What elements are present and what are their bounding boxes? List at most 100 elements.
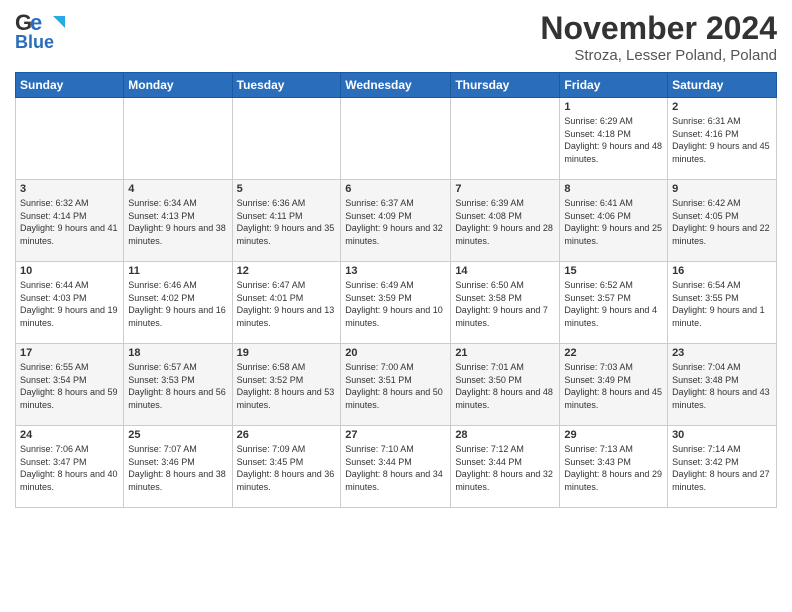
table-row: 4Sunrise: 6:34 AM Sunset: 4:13 PM Daylig… [124, 180, 232, 262]
day-info: Sunrise: 7:13 AM Sunset: 3:43 PM Dayligh… [564, 443, 663, 493]
day-info: Sunrise: 7:07 AM Sunset: 3:46 PM Dayligh… [128, 443, 227, 493]
col-wednesday: Wednesday [341, 73, 451, 98]
day-number: 7 [455, 183, 555, 195]
table-row: 9 Sunrise: 6:42 AM Sunset: 4:05 PM Daylig… [668, 180, 777, 262]
day-info: Sunrise: 7:00 AM Sunset: 3:51 PM Dayligh… [345, 361, 446, 411]
calendar-week-row: 24 Sunrise: 7:06 AM Sunset: 3:47 PM Dayli… [16, 426, 777, 508]
location-subtitle: Stroza, Lesser Poland, Poland [540, 47, 777, 64]
day-info: Sunrise: 6:55 AM Sunset: 3:54 PM Dayligh… [20, 361, 119, 411]
day-number: 24 [20, 429, 119, 441]
table-row: 2 Sunrise: 6:31 AM Sunset: 4:16 PM Daylig… [668, 98, 777, 180]
day-info: Sunrise: 6:39 AM Sunset: 4:08 PM Dayligh… [455, 197, 555, 247]
table-row: 18Sunrise: 6:57 AM Sunset: 3:53 PM Dayli… [124, 344, 232, 426]
table-row: 1 Sunrise: 6:29 AM Sunset: 4:18 PM Daylig… [560, 98, 668, 180]
calendar-week-row: 17 Sunrise: 6:55 AM Sunset: 3:54 PM Dayli… [16, 344, 777, 426]
day-number: 11 [128, 265, 227, 277]
day-number: 4 [128, 183, 227, 195]
table-row: 26Sunrise: 7:09 AM Sunset: 3:45 PM Dayli… [232, 426, 341, 508]
day-number: 14 [455, 265, 555, 277]
table-row: 23Sunrise: 7:04 AM Sunset: 3:48 PM Dayli… [668, 344, 777, 426]
table-row: 19Sunrise: 6:58 AM Sunset: 3:52 PM Dayli… [232, 344, 341, 426]
day-number: 22 [564, 347, 663, 359]
day-info: Sunrise: 6:54 AM Sunset: 3:55 PM Dayligh… [672, 279, 772, 329]
day-number: 20 [345, 347, 446, 359]
logo-icon: G e Blue [15, 10, 69, 52]
table-row: 17 Sunrise: 6:55 AM Sunset: 3:54 PM Dayli… [16, 344, 124, 426]
day-info: Sunrise: 7:01 AM Sunset: 3:50 PM Dayligh… [455, 361, 555, 411]
table-row: 11 Sunrise: 6:46 AM Sunset: 4:02 PM Dayli… [124, 262, 232, 344]
day-info: Sunrise: 6:29 AM Sunset: 4:18 PM Dayligh… [564, 115, 663, 165]
day-number: 12 [237, 265, 337, 277]
day-info: Sunrise: 6:36 AM Sunset: 4:11 PM Dayligh… [237, 197, 337, 247]
title-block: November 2024 Stroza, Lesser Poland, Pol… [540, 10, 777, 64]
calendar-page: G e Blue November 2024 Stroza, Lesser Po… [0, 0, 792, 518]
table-row: 3Sunrise: 6:32 AM Sunset: 4:14 PM Daylig… [16, 180, 124, 262]
table-row: 14 Sunrise: 6:50 AM Sunset: 3:58 PM Dayli… [451, 262, 560, 344]
day-number: 17 [20, 347, 119, 359]
calendar-table: Sunday Monday Tuesday Wednesday Thursday… [15, 72, 777, 508]
col-sunday: Sunday [16, 73, 124, 98]
day-number: 21 [455, 347, 555, 359]
day-info: Sunrise: 6:31 AM Sunset: 4:16 PM Dayligh… [672, 115, 772, 165]
table-row: 6 Sunrise: 6:37 AM Sunset: 4:09 PM Daylig… [341, 180, 451, 262]
table-row: 12 Sunrise: 6:47 AM Sunset: 4:01 PM Dayli… [232, 262, 341, 344]
day-info: Sunrise: 6:46 AM Sunset: 4:02 PM Dayligh… [128, 279, 227, 329]
day-info: Sunrise: 7:03 AM Sunset: 3:49 PM Dayligh… [564, 361, 663, 411]
table-row [341, 98, 451, 180]
table-row: 16 Sunrise: 6:54 AM Sunset: 3:55 PM Dayli… [668, 262, 777, 344]
col-tuesday: Tuesday [232, 73, 341, 98]
day-info: Sunrise: 7:12 AM Sunset: 3:44 PM Dayligh… [455, 443, 555, 493]
col-thursday: Thursday [451, 73, 560, 98]
table-row: 28 Sunrise: 7:12 AM Sunset: 3:44 PM Dayli… [451, 426, 560, 508]
day-number: 15 [564, 265, 663, 277]
page-header: G e Blue November 2024 Stroza, Lesser Po… [15, 10, 777, 64]
table-row [16, 98, 124, 180]
day-info: Sunrise: 6:57 AM Sunset: 3:53 PM Dayligh… [128, 361, 227, 411]
col-friday: Friday [560, 73, 668, 98]
day-info: Sunrise: 6:52 AM Sunset: 3:57 PM Dayligh… [564, 279, 663, 329]
day-number: 13 [345, 265, 446, 277]
table-row: 27 Sunrise: 7:10 AM Sunset: 3:44 PM Dayli… [341, 426, 451, 508]
day-info: Sunrise: 6:41 AM Sunset: 4:06 PM Dayligh… [564, 197, 663, 247]
logo: G e Blue [15, 10, 69, 52]
table-row: 22 Sunrise: 7:03 AM Sunset: 3:49 PM Dayli… [560, 344, 668, 426]
day-info: Sunrise: 6:58 AM Sunset: 3:52 PM Dayligh… [237, 361, 337, 411]
day-info: Sunrise: 6:44 AM Sunset: 4:03 PM Dayligh… [20, 279, 119, 329]
day-number: 25 [128, 429, 227, 441]
col-saturday: Saturday [668, 73, 777, 98]
table-row: 7 Sunrise: 6:39 AM Sunset: 4:08 PM Daylig… [451, 180, 560, 262]
logo-svg: G e Blue [15, 10, 69, 52]
table-row [232, 98, 341, 180]
table-row: 24 Sunrise: 7:06 AM Sunset: 3:47 PM Dayli… [16, 426, 124, 508]
calendar-week-row: 1 Sunrise: 6:29 AM Sunset: 4:18 PM Daylig… [16, 98, 777, 180]
day-number: 1 [564, 101, 663, 113]
day-info: Sunrise: 6:37 AM Sunset: 4:09 PM Dayligh… [345, 197, 446, 247]
table-row: 29Sunrise: 7:13 AM Sunset: 3:43 PM Dayli… [560, 426, 668, 508]
day-number: 28 [455, 429, 555, 441]
day-number: 23 [672, 347, 772, 359]
day-info: Sunrise: 7:14 AM Sunset: 3:42 PM Dayligh… [672, 443, 772, 493]
col-monday: Monday [124, 73, 232, 98]
day-info: Sunrise: 7:09 AM Sunset: 3:45 PM Dayligh… [237, 443, 337, 493]
day-number: 9 [672, 183, 772, 195]
table-row: 13Sunrise: 6:49 AM Sunset: 3:59 PM Dayli… [341, 262, 451, 344]
day-number: 30 [672, 429, 772, 441]
calendar-week-row: 10Sunrise: 6:44 AM Sunset: 4:03 PM Dayli… [16, 262, 777, 344]
calendar-week-row: 3Sunrise: 6:32 AM Sunset: 4:14 PM Daylig… [16, 180, 777, 262]
month-title: November 2024 [540, 10, 777, 47]
day-number: 3 [20, 183, 119, 195]
day-info: Sunrise: 7:10 AM Sunset: 3:44 PM Dayligh… [345, 443, 446, 493]
day-info: Sunrise: 7:06 AM Sunset: 3:47 PM Dayligh… [20, 443, 119, 493]
table-row: 15 Sunrise: 6:52 AM Sunset: 3:57 PM Dayli… [560, 262, 668, 344]
day-number: 6 [345, 183, 446, 195]
day-info: Sunrise: 6:50 AM Sunset: 3:58 PM Dayligh… [455, 279, 555, 329]
day-number: 8 [564, 183, 663, 195]
day-number: 27 [345, 429, 446, 441]
table-row [451, 98, 560, 180]
day-number: 2 [672, 101, 772, 113]
table-row [124, 98, 232, 180]
day-info: Sunrise: 6:47 AM Sunset: 4:01 PM Dayligh… [237, 279, 337, 329]
day-info: Sunrise: 6:42 AM Sunset: 4:05 PM Dayligh… [672, 197, 772, 247]
table-row: 30 Sunrise: 7:14 AM Sunset: 3:42 PM Dayli… [668, 426, 777, 508]
day-number: 16 [672, 265, 772, 277]
